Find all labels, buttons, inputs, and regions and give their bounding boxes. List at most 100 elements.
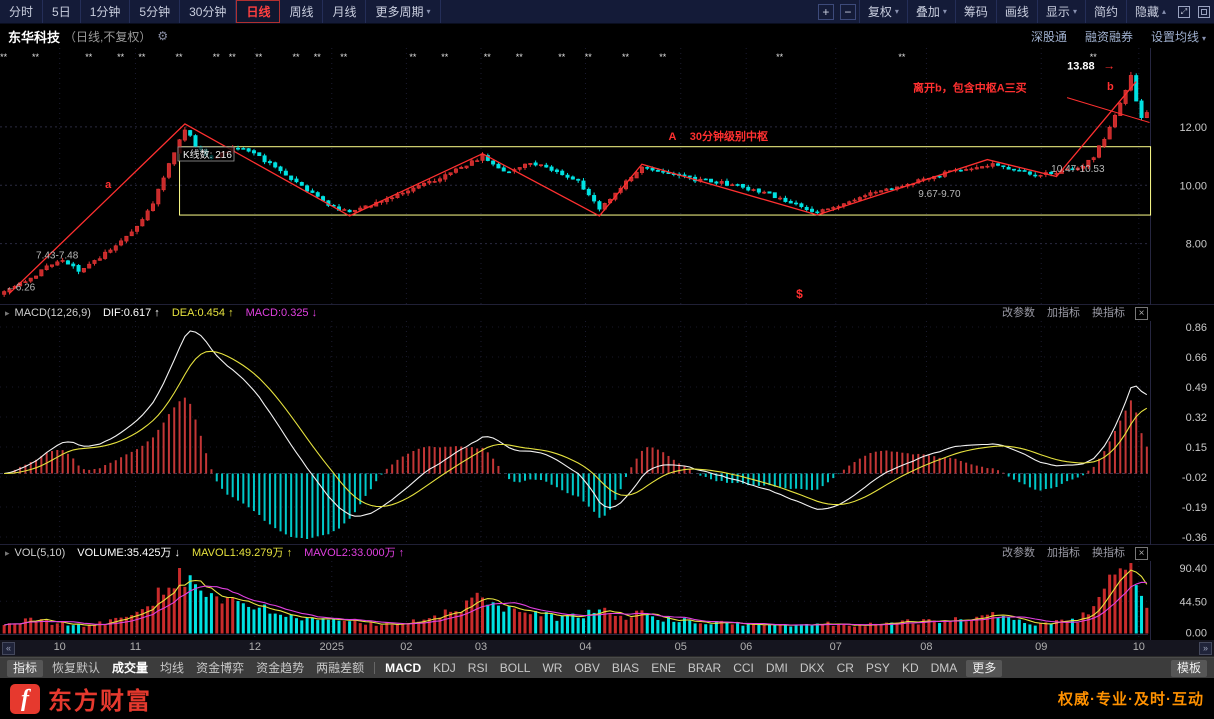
svg-text:**: ** [558,52,566,62]
indicator-item-DKX[interactable]: DKX [794,658,831,679]
zoom-in-button[interactable]: + [817,3,834,20]
svg-text:**: ** [32,52,40,62]
tool-button-显示[interactable]: 显示 ▾ [1036,0,1085,23]
indicator-item-CCI[interactable]: CCI [727,658,760,679]
macd-chart[interactable]: 0.86 0.66 0.49 0.32 0.15 -0.02 -0.19 -0.36 [0,321,1214,545]
scroll-right-button[interactable]: » [1199,642,1212,655]
indicator-item-两融差额[interactable]: 两融差额 [310,658,370,679]
macd-change-params-link[interactable]: 改参数 [1002,305,1035,321]
svg-text:**: ** [484,52,492,62]
volume-series-label-0: VOL(5,10) [14,547,66,559]
indicator-item-PSY[interactable]: PSY [860,658,896,679]
indicator-item-ENE[interactable]: ENE [645,658,682,679]
indicator-item-资金趋势[interactable]: 资金趋势 [250,658,310,679]
price-panel: 12.00 10.00 8.00 ** ** ** ** ** ** ** ** ** ** ** ** **… [0,48,1214,305]
indicator-item-更多[interactable]: 更多 [966,659,1003,677]
period-tab-月线[interactable]: 月线 [323,0,367,23]
date-label-4: 02 [400,641,413,653]
period-tab-5分钟[interactable]: 5分钟 [130,0,181,23]
brand-logo-letter: f [21,685,29,712]
scroll-left-button[interactable]: « [2,642,15,655]
period-tab-日线[interactable]: 日线 [236,0,281,23]
volume-chart[interactable]: 90.40 44.50 0.00 [0,561,1214,640]
indicator-item-指标[interactable]: 指标 [7,659,44,677]
date-label-0: 10 [53,641,66,653]
panel-layout-icon[interactable] [1198,5,1210,18]
candlestick-chart[interactable]: 12.00 10.00 8.00 ** ** ** ** ** ** ** ** ** ** ** ** **… [0,48,1214,305]
indicator-item-KD[interactable]: KD [896,658,925,679]
period-tab-30分钟[interactable]: 30分钟 [180,0,237,23]
indicator-item-BOLL[interactable]: BOLL [494,658,537,679]
footer-slogan: 权威·专业·及时·互动 [1058,691,1204,708]
chevron-icon: ▾ [894,7,899,16]
tool-button-简约[interactable]: 简约 [1084,0,1126,23]
svg-text:12.00: 12.00 [1179,122,1207,134]
tool-button-筹码[interactable]: 筹码 [954,0,996,23]
svg-text:**: ** [776,52,784,62]
svg-text:13.88: 13.88 [1067,61,1095,73]
tool-button-叠加[interactable]: 叠加 ▾ [906,0,955,23]
svg-text:K线数: 216: K线数: 216 [183,148,232,161]
indicator-item-恢复默认[interactable]: 恢复默认 [46,658,106,679]
svg-text:**: ** [229,52,237,62]
macd-close-icon[interactable]: × [1135,306,1148,320]
kline-mode-label: （日线,不复权） [64,29,152,44]
indicator-item-MACD[interactable]: MACD [379,658,427,679]
svg-text:44.50: 44.50 [1179,596,1207,608]
period-tab-1分钟[interactable]: 1分钟 [81,0,131,23]
period-tab-分时[interactable]: 分时 [0,0,44,23]
gear-icon[interactable]: ⚙ [157,29,168,43]
svg-text:**: ** [117,52,125,62]
date-label-7: 05 [674,641,687,653]
chevron-icon: ▴ [1161,7,1166,16]
indicator-item-KDJ[interactable]: KDJ [427,658,462,679]
svg-text:$: $ [796,287,803,301]
collapse-panel-icon[interactable]: ▸ [5,305,10,321]
stock-name: 东华科技 [8,29,61,45]
tool-button-画线[interactable]: 画线 [995,0,1037,23]
indicator-divider [374,662,376,674]
macd-switch-indicator-link[interactable]: 换指标 [1092,305,1125,321]
date-label-5: 03 [474,641,488,653]
indicator-item-成交量[interactable]: 成交量 [106,658,154,679]
date-axis: « » 10 11 12 2025 02 03 04 05 06 07 08 09 10 [0,640,1214,657]
chevron-icon: ▾ [1072,7,1077,16]
indicator-item-DMI[interactable]: DMI [760,658,794,679]
indicator-item-WR[interactable]: WR [536,658,568,679]
tool-button-复权[interactable]: 复权 ▾ [858,0,907,23]
indicator-item-均线[interactable]: 均线 [154,658,190,679]
indicator-item-RSI[interactable]: RSI [462,658,494,679]
volume-add-indicator-link[interactable]: 加指标 [1047,545,1080,561]
chevron-icon: ▾ [942,7,947,16]
indicator-item-DMA[interactable]: DMA [925,658,964,679]
collapse-panel-icon[interactable]: ▸ [5,545,10,561]
period-tab-5日[interactable]: 5日 [43,0,81,23]
tool-button-隐藏[interactable]: 隐藏 ▴ [1125,0,1174,23]
period-tab-周线[interactable]: 周线 [280,0,324,23]
svg-text:-0.02: -0.02 [1182,472,1207,484]
indicator-item-OBV[interactable]: OBV [568,658,605,679]
link-margin-trading[interactable]: 融资融券 [1085,28,1133,45]
macd-add-indicator-link[interactable]: 加指标 [1047,305,1080,321]
link-ma-settings[interactable]: 设置均线 ▾ [1151,28,1206,45]
fullscreen-icon[interactable]: ⤢ [1178,5,1190,18]
volume-close-icon[interactable]: × [1135,546,1148,560]
volume-change-params-link[interactable]: 改参数 [1002,545,1035,561]
volume-actions: 改参数 加指标 换指标 × [990,545,1214,561]
svg-text:**: ** [213,52,221,62]
indicator-item-BIAS[interactable]: BIAS [606,658,645,679]
svg-text:**: ** [409,52,417,62]
indicator-item-CR[interactable]: CR [831,658,860,679]
svg-text:**: ** [138,52,146,62]
zoom-out-button[interactable]: − [839,3,856,20]
svg-text:0.86: 0.86 [1186,322,1207,334]
svg-text:9.67-9.70: 9.67-9.70 [918,189,961,200]
volume-switch-indicator-link[interactable]: 换指标 [1092,545,1125,561]
svg-text:**: ** [292,52,300,62]
indicator-item-模板[interactable]: 模板 [1170,659,1207,677]
indicator-item-BRAR[interactable]: BRAR [682,658,727,679]
period-tab-更多周期[interactable]: 更多周期 ▾ [366,0,441,23]
volume-series-label-1: VOLUME:35.425万 ↓ [77,547,180,559]
indicator-item-资金博弈[interactable]: 资金博弈 [190,658,250,679]
link-shengutong[interactable]: 深股通 [1031,28,1067,45]
